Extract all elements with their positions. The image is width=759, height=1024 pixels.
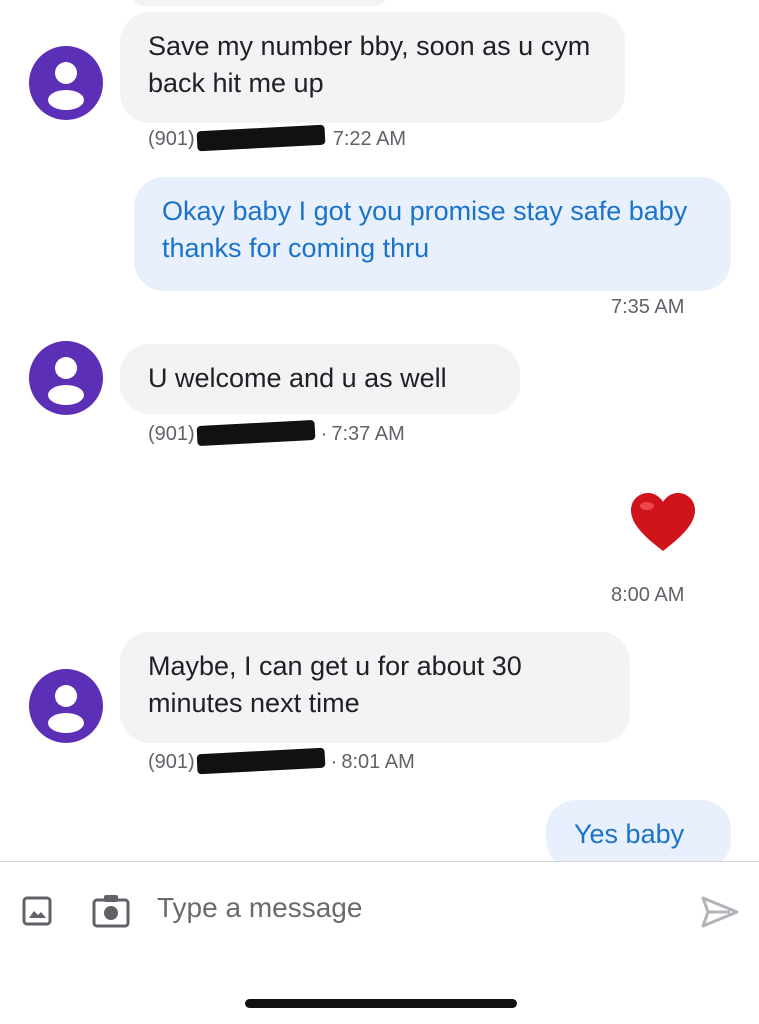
redaction-mark: [196, 124, 326, 152]
message-time: 7:22 AM: [332, 128, 407, 150]
message-text: Maybe, I can get u for about 30 minutes …: [148, 651, 522, 718]
contact-avatar[interactable]: [29, 46, 103, 120]
message-time: 8:00 AM: [611, 584, 685, 606]
gallery-icon[interactable]: [21, 895, 53, 927]
camera-icon[interactable]: [92, 894, 130, 928]
meta-separator: ·: [320, 423, 328, 445]
person-icon: [48, 685, 84, 733]
incoming-message-bubble[interactable]: Maybe, I can get u for about 30 minutes …: [120, 632, 630, 743]
message-input[interactable]: Type a message: [157, 892, 362, 924]
send-icon[interactable]: [700, 895, 740, 929]
meta-separator: ·: [330, 751, 338, 773]
message-time: 7:37 AM: [331, 423, 405, 445]
home-indicator: [245, 999, 517, 1008]
sender-phone: (901): [148, 128, 195, 150]
sender-phone: (901): [148, 751, 195, 773]
contact-avatar[interactable]: [29, 341, 103, 415]
sender-phone: (901): [148, 423, 195, 445]
message-text: U welcome and u as well: [148, 363, 447, 393]
redaction-mark: [196, 747, 326, 775]
message-text: Yes baby: [574, 819, 685, 849]
message-text: Save my number bby, soon as u cym back h…: [148, 31, 591, 98]
outgoing-message-bubble[interactable]: Okay baby I got you promise stay safe ba…: [134, 177, 731, 291]
composer-divider: [0, 861, 759, 862]
previous-message-bubble: [132, 0, 387, 6]
message-time: 8:01 AM: [341, 751, 415, 773]
person-icon: [48, 357, 84, 405]
contact-avatar[interactable]: [29, 669, 103, 743]
person-icon: [48, 62, 84, 110]
message-text: Okay baby I got you promise stay safe ba…: [162, 196, 688, 263]
incoming-message-bubble[interactable]: Save my number bby, soon as u cym back h…: [120, 12, 625, 123]
message-meta: (901) 7:22 AM: [148, 124, 407, 152]
outgoing-message-bubble[interactable]: Yes baby: [546, 800, 731, 870]
message-meta: (901) · 7:37 AM: [148, 419, 405, 447]
heart-emoji-icon[interactable]: [630, 493, 696, 553]
message-time: 7:35 AM: [611, 296, 685, 318]
incoming-message-bubble[interactable]: U welcome and u as well: [120, 344, 520, 414]
redaction-mark: [196, 419, 316, 447]
message-meta: (901) · 8:01 AM: [148, 747, 415, 775]
